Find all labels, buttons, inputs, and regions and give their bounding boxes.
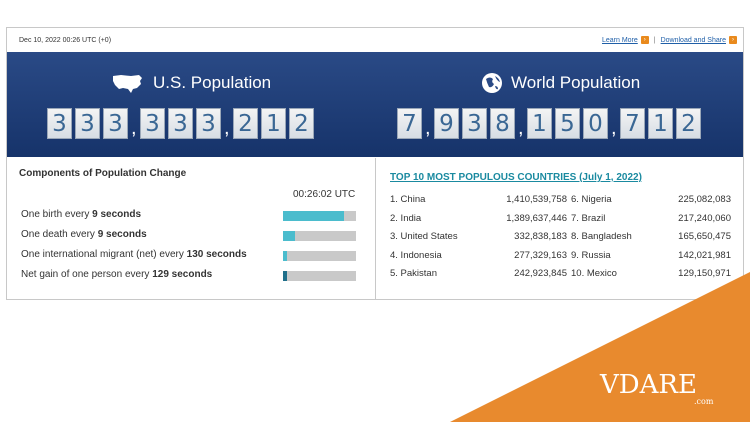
world-comma: , bbox=[611, 117, 617, 139]
progress-bar bbox=[283, 211, 356, 221]
globe-icon bbox=[482, 73, 502, 93]
progress-fill bbox=[283, 231, 296, 241]
us-comma: , bbox=[224, 117, 230, 139]
utc-clock: 00:26:02 UTC bbox=[293, 189, 356, 200]
progress-fill bbox=[283, 251, 287, 261]
country-name: 3. United States bbox=[390, 231, 458, 242]
learn-more-link[interactable]: Learn More bbox=[602, 37, 638, 44]
top-bar: Dec 10, 2022 00:26 UTC (+0) Learn More ›… bbox=[7, 28, 743, 52]
world-digit: 0 bbox=[583, 108, 608, 139]
country-name: 2. India bbox=[390, 212, 422, 224]
country-population: 1,410,539,758 bbox=[506, 194, 567, 205]
us-digit: 3 bbox=[103, 108, 128, 139]
country-population: 165,650,475 bbox=[678, 231, 731, 242]
country-name: 7. Brazil bbox=[571, 212, 606, 224]
country-item: 3. United States 332,838,183 bbox=[390, 231, 567, 242]
country-name: 8. Bangladesh bbox=[571, 231, 632, 242]
vdare-logo-domain: .com bbox=[694, 397, 714, 406]
country-name: 1. China bbox=[390, 194, 426, 205]
world-digit: 3 bbox=[462, 108, 487, 139]
components-panel: Components of Population Change 00:26:02… bbox=[7, 158, 375, 299]
progress-bar bbox=[283, 251, 356, 261]
component-label: Net gain of one person every bbox=[21, 269, 153, 280]
world-digit: 5 bbox=[555, 108, 580, 139]
top10-title-link[interactable]: TOP 10 MOST POPULOUS COUNTRIES (July 1, … bbox=[390, 172, 642, 183]
us-digit: 3 bbox=[47, 108, 72, 139]
component-label: One death every bbox=[21, 229, 98, 240]
country-population: 277,329,163 bbox=[514, 249, 567, 261]
country-name: 6. Nigeria bbox=[571, 194, 612, 205]
country-item: 6. Nigeria 225,082,083 bbox=[571, 194, 731, 205]
us-digit: 1 bbox=[261, 108, 286, 139]
world-digit: 2 bbox=[676, 108, 701, 139]
country-item: 1. China 1,410,539,758 bbox=[390, 194, 567, 205]
world-digit: 7 bbox=[620, 108, 645, 139]
world-title-text: World Population bbox=[511, 73, 641, 92]
vdare-logo: VDARE bbox=[600, 370, 697, 400]
us-map-icon bbox=[113, 75, 142, 93]
us-digit: 3 bbox=[196, 108, 221, 139]
progress-bar bbox=[283, 271, 356, 281]
country-item: 2. India 1,389,637,446 bbox=[390, 213, 567, 224]
us-digit: 3 bbox=[140, 108, 165, 139]
us-population-counter: 333,333,212 bbox=[47, 108, 317, 139]
country-population: 217,240,060 bbox=[678, 212, 731, 224]
components-title: Components of Population Change bbox=[19, 168, 187, 179]
us-digit: 2 bbox=[233, 108, 258, 139]
component-interval: 129 seconds bbox=[152, 269, 213, 280]
country-population: 332,838,183 bbox=[514, 231, 567, 242]
country-name: 5. Pakistan bbox=[390, 268, 437, 279]
world-digit: 1 bbox=[527, 108, 552, 139]
component-row: One death every 9 seconds bbox=[21, 229, 147, 240]
timestamp: Dec 10, 2022 00:26 UTC (+0) bbox=[19, 36, 112, 44]
component-label: One international migrant (net) every bbox=[21, 249, 187, 260]
component-row: One birth every 9 seconds bbox=[21, 209, 141, 220]
country-population: 142,021,981 bbox=[678, 249, 731, 261]
country-name: 4. Indonesia bbox=[390, 249, 442, 261]
component-row: One international migrant (net) every 13… bbox=[21, 249, 247, 260]
country-population: 225,082,083 bbox=[678, 194, 731, 205]
component-interval: 9 seconds bbox=[97, 229, 147, 240]
component-label: One birth every bbox=[21, 209, 93, 220]
component-interval: 130 seconds bbox=[186, 249, 247, 260]
progress-fill bbox=[283, 271, 288, 281]
population-clock-widget: Dec 10, 2022 00:26 UTC (+0) Learn More ›… bbox=[6, 27, 744, 300]
arrow-right-icon[interactable]: › bbox=[729, 36, 737, 44]
us-digit: 2 bbox=[289, 108, 314, 139]
us-comma: , bbox=[131, 117, 137, 139]
world-digit: 8 bbox=[490, 108, 515, 139]
separator: | bbox=[653, 36, 656, 44]
world-comma: , bbox=[425, 117, 431, 139]
country-item: 4. Indonesia 277,329,163 bbox=[390, 250, 567, 261]
top-links: Learn More › | Download and Share › bbox=[602, 36, 737, 44]
world-digit: 9 bbox=[434, 108, 459, 139]
world-comma: , bbox=[518, 117, 524, 139]
progress-fill bbox=[283, 211, 344, 221]
us-title-text: U.S. Population bbox=[153, 73, 272, 92]
us-digit: 3 bbox=[168, 108, 193, 139]
population-banner: U.S. Population 333,333,212 World Popula… bbox=[7, 52, 743, 157]
country-name: 9. Russia bbox=[571, 249, 611, 261]
us-digit: 3 bbox=[75, 108, 100, 139]
world-digit: 7 bbox=[397, 108, 422, 139]
download-share-link[interactable]: Download and Share bbox=[661, 37, 726, 44]
arrow-right-icon[interactable]: › bbox=[640, 36, 649, 44]
component-row: Net gain of one person every 129 seconds bbox=[21, 269, 212, 280]
us-population-title: U.S. Population bbox=[111, 72, 271, 94]
country-item: 9. Russia 142,021,981 bbox=[571, 250, 731, 261]
progress-bar bbox=[283, 231, 356, 241]
country-item: 7. Brazil 217,240,060 bbox=[571, 213, 731, 224]
country-population: 1,389,637,446 bbox=[506, 212, 567, 224]
world-digit: 1 bbox=[648, 108, 673, 139]
component-interval: 9 seconds bbox=[92, 209, 142, 220]
world-population-title: World Population bbox=[481, 72, 640, 94]
world-population-counter: 7,938,150,712 bbox=[397, 108, 704, 139]
country-item: 8. Bangladesh 165,650,475 bbox=[571, 231, 731, 242]
